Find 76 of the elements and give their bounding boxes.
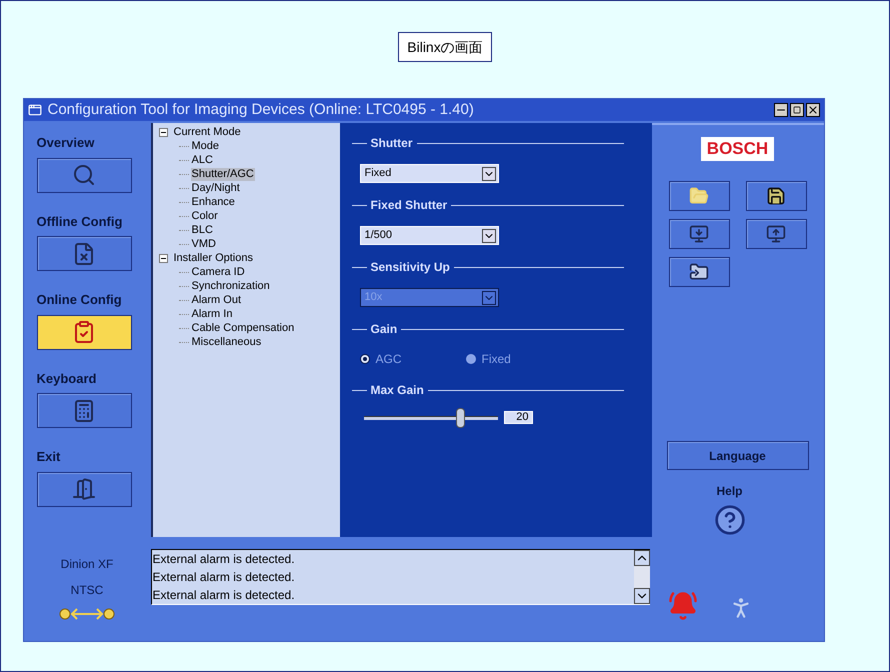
language-button[interactable]: Language — [666, 441, 808, 470]
tree-item[interactable]: Enhance — [190, 196, 236, 208]
open-folder-button[interactable] — [668, 181, 730, 211]
tree-item[interactable]: Installer Options — [172, 252, 254, 264]
log-line: External alarm is detected. — [152, 587, 296, 604]
tree-item[interactable]: Alarm In — [190, 308, 234, 320]
maximize-icon[interactable] — [790, 103, 804, 117]
dropdown-field[interactable]: Fixed — [360, 164, 498, 183]
tree-item[interactable]: Alarm Out — [190, 294, 242, 306]
tree-item[interactable]: ALC — [190, 154, 214, 166]
alarm-bell-icon — [668, 591, 698, 621]
monitor-download-icon — [689, 224, 709, 244]
folder-shortcut-icon — [689, 262, 709, 282]
nav-button[interactable] — [36, 158, 132, 192]
brand-logo: BOSCH — [700, 137, 774, 161]
slider-thumb[interactable] — [456, 408, 465, 428]
section-title: Sensitivity Up — [370, 259, 450, 276]
log-line: External alarm is detected. — [152, 569, 296, 586]
shortcut-folder-button[interactable] — [668, 257, 730, 287]
dropdown-value: 1/500 — [364, 228, 392, 244]
video-standard: NTSC — [70, 582, 104, 599]
scroll-up-icon[interactable] — [634, 550, 650, 566]
tree-item[interactable]: Synchronization — [190, 280, 271, 292]
tree-item[interactable]: Color — [190, 210, 219, 222]
minimize-icon[interactable] — [774, 103, 788, 117]
door-icon — [72, 477, 96, 501]
collapse-icon[interactable] — [158, 128, 168, 136]
radio-label: Fixed — [482, 351, 511, 368]
scroll-down-icon[interactable] — [634, 588, 650, 604]
dropdown-field[interactable]: 1/500 — [360, 226, 498, 245]
close-icon[interactable] — [806, 103, 820, 117]
save-button[interactable] — [746, 181, 806, 211]
tree-item[interactable]: Cable Compensation — [190, 322, 296, 334]
help-icon[interactable] — [714, 504, 746, 536]
dropdown-value: Fixed — [364, 166, 392, 182]
clipboard-check-icon — [72, 320, 96, 344]
tree-item[interactable]: Shutter/AGC — [190, 168, 255, 180]
collapse-icon[interactable] — [158, 254, 168, 262]
monitor-upload-icon — [766, 224, 786, 244]
tree-item[interactable]: Miscellaneous — [190, 336, 262, 348]
tree-item[interactable]: Current Mode — [172, 126, 242, 138]
upload-button[interactable] — [746, 219, 806, 249]
nav-button[interactable] — [36, 393, 132, 428]
log-line: External alarm is detected. — [152, 551, 296, 568]
caption: Bilinxの画面 — [398, 32, 492, 62]
slider-reading: 20 — [504, 411, 532, 424]
scrollbar[interactable] — [634, 550, 650, 604]
section-title: Shutter — [370, 135, 412, 152]
download-button[interactable] — [668, 219, 730, 249]
nav-button[interactable] — [36, 472, 132, 506]
tree-item[interactable]: BLC — [190, 224, 214, 236]
nav-label: Offline Config — [36, 212, 124, 231]
help-label: Help — [716, 483, 742, 500]
window-title: Configuration Tool for Imaging Devices (Online: LTC0495 - 1.40) — [48, 100, 475, 120]
tree-item[interactable]: Day/Night — [190, 182, 241, 194]
nav-button[interactable] — [36, 314, 132, 350]
nav-label: Overview — [36, 134, 96, 152]
tree-item[interactable]: VMD — [190, 238, 217, 250]
dropdown-value: 10x — [364, 290, 382, 306]
nav-label: Keyboard — [36, 370, 98, 388]
section-title: Max Gain — [370, 382, 424, 399]
keypad-icon — [72, 398, 96, 422]
radio-label: AGC — [376, 351, 402, 368]
nav-label: Exit — [36, 448, 62, 466]
nav-label: Online Config — [36, 291, 123, 309]
app-icon — [28, 103, 42, 117]
device-model: Dinion XF — [60, 556, 114, 573]
tree-item[interactable]: Camera ID — [190, 266, 246, 278]
nav-button[interactable] — [36, 236, 132, 271]
folder-open-icon — [689, 186, 709, 206]
tree-item[interactable]: Mode — [190, 140, 220, 152]
section-title: Gain — [370, 321, 398, 338]
document-cross-icon — [72, 242, 96, 266]
magnifier-icon — [72, 163, 96, 187]
section-title: Fixed Shutter — [370, 197, 448, 214]
connection-icon — [59, 607, 115, 621]
